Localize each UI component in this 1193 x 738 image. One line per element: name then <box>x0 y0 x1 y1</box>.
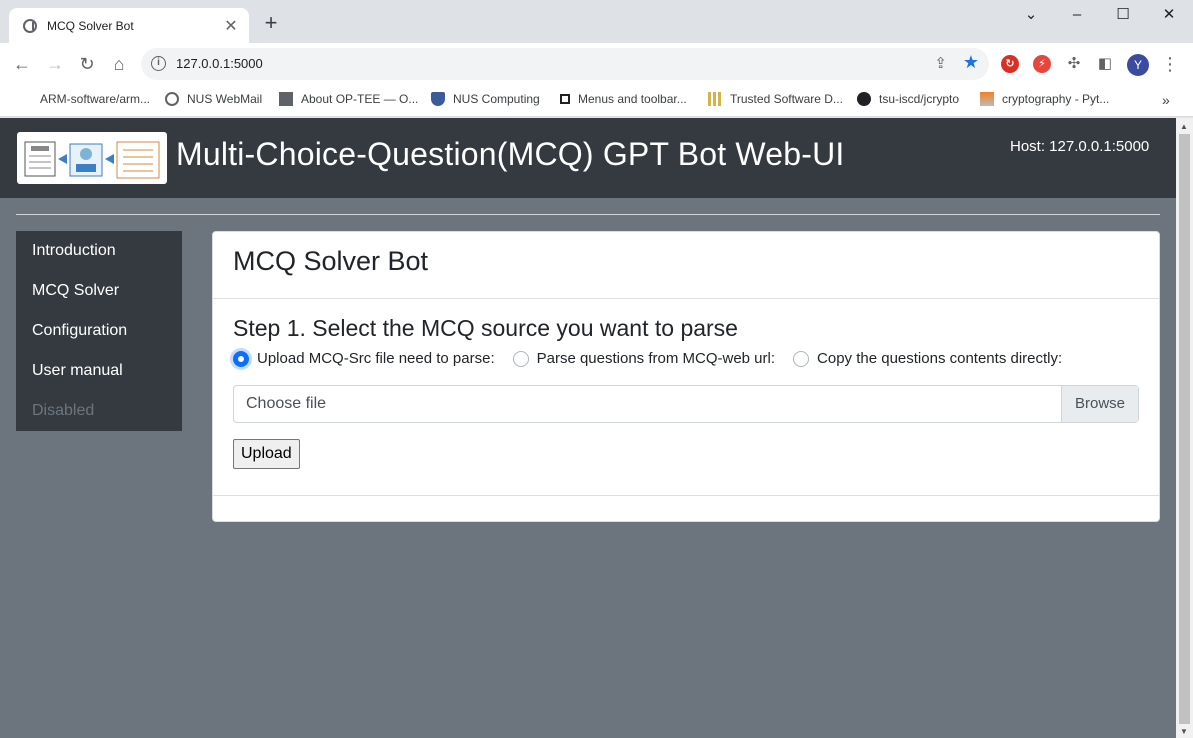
card-header: MCQ Solver Bot <box>213 232 1159 299</box>
radio-copy-contents[interactable] <box>793 350 810 367</box>
globe-icon <box>165 92 179 106</box>
bookmark-item[interactable]: ARM-software/arm... <box>18 92 150 106</box>
sidebar-item-mcq-solver[interactable]: MCQ Solver <box>16 271 182 311</box>
card-footer-divider <box>213 495 1159 496</box>
address-bar[interactable]: i 127.0.0.1:5000 ⇪ ★ <box>141 48 989 80</box>
building-icon <box>279 92 293 106</box>
reload-icon[interactable]: ↻ <box>75 52 99 76</box>
upload-button[interactable]: Upload <box>233 439 300 469</box>
page-header: Multi-Choice-Question(MCQ) GPT Bot Web-U… <box>0 118 1176 198</box>
radio-web-url-label[interactable]: Parse questions from MCQ-web url: <box>537 350 775 367</box>
sidebar-item-configuration[interactable]: Configuration <box>16 311 182 351</box>
bookmark-star-icon[interactable]: ★ <box>963 52 979 73</box>
browser-toolbar: ← → ↻ ⌂ i 127.0.0.1:5000 ⇪ ★ ↻ ⚡ ✣ ◧ Y ⋮ <box>0 43 1193 85</box>
bookmark-item[interactable]: NUS WebMail <box>165 92 262 106</box>
tab-strip: MCQ Solver Bot ✕ + ⌄ – ☐ ✕ <box>0 0 1193 43</box>
page-title: Multi-Choice-Question(MCQ) GPT Bot Web-U… <box>176 136 845 172</box>
globe-icon <box>23 18 37 33</box>
github-icon <box>18 92 32 106</box>
radio-upload-file[interactable] <box>233 350 249 367</box>
extension-icon[interactable]: ⚡ <box>1033 55 1051 73</box>
divider <box>16 214 1160 215</box>
radio-web-url[interactable] <box>512 350 529 367</box>
file-input[interactable]: Choose file Browse <box>233 385 1139 423</box>
browser-tab[interactable]: MCQ Solver Bot ✕ <box>9 8 249 43</box>
browse-button[interactable]: Browse <box>1061 386 1138 422</box>
home-icon[interactable]: ⌂ <box>107 52 131 76</box>
forward-icon[interactable]: → <box>43 52 67 76</box>
minimize-button[interactable]: – <box>1062 4 1092 26</box>
stack-icon <box>980 92 994 106</box>
bookmark-item[interactable]: cryptography - Pyt... <box>980 92 1109 106</box>
tab-title: MCQ Solver Bot <box>47 18 134 33</box>
scroll-up-icon[interactable]: ▲ <box>1180 122 1188 131</box>
source-radio-group: Upload MCQ-Src file need to parse: Parse… <box>233 350 1139 367</box>
step-heading: Step 1. Select the MCQ source you want t… <box>233 315 738 341</box>
close-window-button[interactable]: ✕ <box>1154 4 1184 26</box>
page-viewport: Multi-Choice-Question(MCQ) GPT Bot Web-U… <box>0 118 1176 738</box>
page-scrollbar[interactable]: ▲ ▼ <box>1176 118 1193 738</box>
mcq-solver-card: MCQ Solver Bot Step 1. Select the MCQ so… <box>212 231 1160 522</box>
sidebar-item-user-manual[interactable]: User manual <box>16 351 182 391</box>
side-panel-icon[interactable]: ◧ <box>1096 55 1114 73</box>
github-icon <box>857 92 871 106</box>
extension-icon[interactable]: ↻ <box>1001 55 1019 73</box>
square-icon <box>560 94 570 104</box>
radio-copy-contents-label[interactable]: Copy the questions contents directly: <box>817 350 1062 367</box>
scrollbar-thumb[interactable] <box>1179 134 1190 724</box>
bookmark-item[interactable]: About OP-TEE — O... <box>279 92 418 106</box>
site-info-icon[interactable]: i <box>151 56 166 71</box>
card-body: Step 1. Select the MCQ source you want t… <box>213 299 1159 485</box>
more-bookmarks-icon[interactable]: » <box>1162 92 1170 108</box>
sidebar-item-introduction[interactable]: Introduction <box>16 231 182 271</box>
scroll-down-icon[interactable]: ▼ <box>1180 727 1188 736</box>
bookmark-item[interactable]: Trusted Software D... <box>708 92 843 106</box>
extensions-puzzle-icon[interactable]: ✣ <box>1065 55 1083 73</box>
sidebar-nav: Introduction MCQ Solver Configuration Us… <box>16 231 182 431</box>
share-icon[interactable]: ⇪ <box>934 54 947 72</box>
card-title: MCQ Solver Bot <box>233 246 429 276</box>
host-label: Host: 127.0.0.1:5000 <box>1010 138 1150 155</box>
sidebar-item-disabled: Disabled <box>32 402 95 419</box>
back-icon[interactable]: ← <box>10 52 34 76</box>
bookmark-item[interactable]: Menus and toolbar... <box>560 92 687 106</box>
tab-search-icon[interactable]: ⌄ <box>1016 4 1046 26</box>
bookmark-item[interactable]: tsu-iscd/jcrypto <box>857 92 959 106</box>
grid-icon <box>708 92 722 106</box>
shield-icon <box>431 92 445 106</box>
logo-diagram-icon <box>24 141 160 179</box>
logo <box>17 132 167 184</box>
maximize-button[interactable]: ☐ <box>1108 4 1138 26</box>
url-text[interactable]: 127.0.0.1:5000 <box>176 56 263 71</box>
new-tab-button[interactable]: + <box>260 12 282 34</box>
radio-upload-file-label[interactable]: Upload MCQ-Src file need to parse: <box>257 350 495 367</box>
file-input-placeholder[interactable]: Choose file <box>234 386 1061 422</box>
menu-kebab-icon[interactable]: ⋮ <box>1158 52 1182 76</box>
bookmark-item[interactable]: NUS Computing <box>431 92 540 106</box>
bookmarks-bar: ARM-software/arm... NUS WebMail About OP… <box>0 85 1193 117</box>
close-tab-icon[interactable]: ✕ <box>223 16 239 36</box>
profile-avatar[interactable]: Y <box>1127 54 1149 76</box>
